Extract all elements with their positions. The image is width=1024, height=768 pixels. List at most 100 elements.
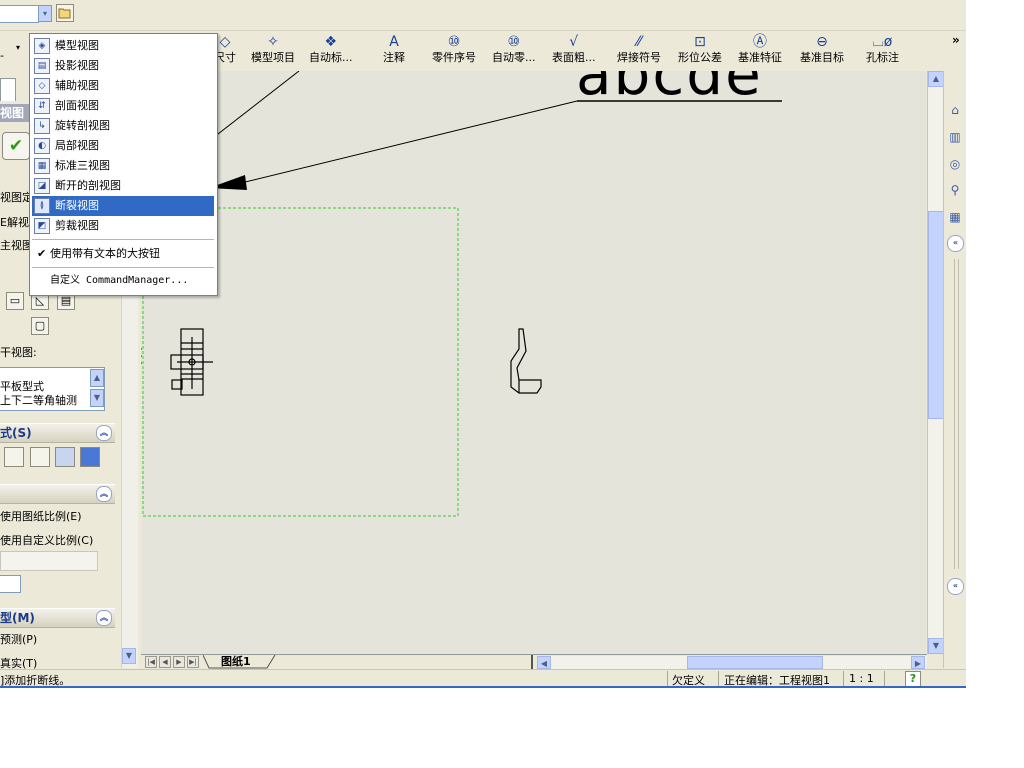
menu-item-model-view[interactable]: ◈ 模型视图: [32, 36, 214, 56]
window-border: [0, 686, 966, 688]
menu-item-crop-view[interactable]: ◩ 剪裁视图: [32, 216, 214, 236]
model-items-icon: ✧: [267, 34, 279, 50]
cmd-note-button[interactable]: A 注释: [383, 33, 405, 69]
expand-pane-icon[interactable]: «: [947, 235, 964, 252]
hidden-visible-icon[interactable]: [30, 447, 50, 467]
tab-scroll-divider[interactable]: [531, 655, 533, 669]
prev-sheet-icon[interactable]: ◀: [159, 656, 171, 668]
scroll-up-icon[interactable]: ▲: [90, 369, 104, 387]
menu-item-large-buttons[interactable]: ✔ 使用带有文本的大按钮: [32, 244, 214, 264]
cmd-label: 表面粗...: [552, 51, 596, 64]
menu-item-break-view[interactable]: ≬ 断裂视图: [32, 196, 214, 216]
hidden-removed-icon[interactable]: [55, 447, 75, 467]
wireframe-icon[interactable]: [4, 447, 24, 467]
status-divider: [667, 671, 668, 686]
cmd-datum-feature-button[interactable]: Ⓐ 基准特征: [738, 33, 782, 69]
display-style-header[interactable]: 式(S) ︽: [0, 423, 115, 443]
thread-option-draft[interactable]: 预测(P): [0, 631, 37, 647]
cmd-drop-arrow-icon[interactable]: ▾: [16, 43, 20, 52]
first-sheet-icon[interactable]: |◀: [145, 656, 157, 668]
cmd-datum-target-button[interactable]: ⊖ 基准目标: [800, 33, 844, 69]
menu-separator: [32, 267, 214, 268]
menu-item-section-view[interactable]: ⇵ 剖面视图: [32, 96, 214, 116]
resources-icon[interactable]: ▥: [946, 128, 964, 146]
scroll-thumb[interactable]: [928, 211, 944, 419]
cmd-label: 基准特征: [738, 51, 782, 64]
collapse-pane-icon[interactable]: «: [947, 578, 964, 595]
projected-view-icon: ▤: [34, 58, 50, 74]
view-normal-icon[interactable]: ▢: [31, 317, 49, 335]
cmd-geometric-tolerance-button[interactable]: ⊡ 形位公差: [678, 33, 722, 69]
splitter-marks-icon: [141, 347, 142, 365]
auto-dimension-icon: ❖: [324, 34, 338, 50]
cmd-balloon-button[interactable]: ⑩ 零件序号: [432, 33, 476, 69]
toolbar-more-icon[interactable]: »: [952, 33, 960, 47]
cmd-auto-balloon-button[interactable]: ⑩ 自动零...: [492, 33, 536, 69]
scale-dropdown[interactable]: [0, 551, 98, 571]
config-combo[interactable]: [0, 5, 39, 23]
scroll-down-icon[interactable]: ▼: [928, 638, 944, 654]
cmd-label: 基准目标: [800, 51, 844, 64]
horizontal-scrollbar[interactable]: ◀ ▶: [537, 656, 927, 669]
datum-feature-icon: Ⓐ: [753, 34, 767, 50]
scroll-left-icon[interactable]: ◀: [537, 656, 551, 669]
scroll-down-icon[interactable]: ▼: [122, 648, 136, 664]
top-toolbar: ▾: [0, 0, 966, 31]
balloon-icon: ⑩: [447, 34, 461, 50]
search-icon[interactable]: ⚲: [946, 181, 964, 199]
cmd-model-items-button[interactable]: ✧ 模型项目: [251, 33, 295, 69]
drawing-sheet[interactable]: abcde: [141, 71, 926, 654]
custom-scale-field[interactable]: [0, 575, 21, 593]
design-library-icon[interactable]: ◎: [946, 155, 964, 173]
cmd-hole-callout-button[interactable]: ⌴ø 孔标注: [866, 33, 899, 69]
thread-display-title: 型(M): [0, 611, 35, 625]
cmd-surface-finish-button[interactable]: √ 表面粗...: [552, 33, 596, 69]
view-front-icon[interactable]: ▭: [6, 292, 24, 310]
collapse-icon[interactable]: ︽: [96, 610, 112, 626]
pane-splitter[interactable]: [954, 259, 959, 569]
orientation-label: 干视图:: [0, 346, 37, 359]
scale-option-sheet[interactable]: 使用图纸比例(E): [0, 508, 82, 524]
list-item[interactable]: 上下二等角轴测: [0, 392, 77, 408]
orientation-list[interactable]: 平板型式 上下二等角轴测 ▲ ▼: [0, 367, 105, 411]
menu-item-label: 断开的剖视图: [55, 179, 121, 192]
menu-item-aligned-section[interactable]: ↳ 旋转剖视图: [32, 116, 214, 136]
menu-item-label: 自定义 CommandManager...: [50, 275, 189, 286]
combo-dropdown-icon[interactable]: ▾: [38, 5, 52, 22]
next-sheet-icon[interactable]: ▶: [173, 656, 185, 668]
view-palette-icon[interactable]: ▦: [946, 208, 964, 226]
auxiliary-view-icon: ◇: [34, 78, 50, 94]
shaded-edges-icon[interactable]: [80, 447, 100, 467]
scroll-thumb[interactable]: [687, 656, 823, 669]
scroll-up-icon[interactable]: ▲: [928, 71, 944, 87]
menu-item-broken-out-section[interactable]: ◪ 断开的剖视图: [32, 176, 214, 196]
canvas-vertical-scrollbar[interactable]: ▲ ▼: [927, 71, 944, 654]
geometric-tolerance-icon: ⊡: [694, 34, 706, 50]
detail-view-icon: ◐: [34, 138, 50, 154]
menu-item-customize[interactable]: 自定义 CommandManager...: [32, 271, 214, 291]
last-sheet-icon[interactable]: ▶|: [187, 656, 199, 668]
menu-item-detail-view[interactable]: ◐ 局部视图: [32, 136, 214, 156]
scroll-right-icon[interactable]: ▶: [911, 656, 925, 669]
scroll-down-icon[interactable]: ▼: [90, 389, 104, 407]
menu-item-auxiliary-view[interactable]: ◇ 辅助视图: [32, 76, 214, 96]
help-icon[interactable]: ?: [905, 671, 921, 687]
status-divider: [884, 671, 885, 686]
menu-item-standard-3-view[interactable]: ▦ 标准三视图: [32, 156, 214, 176]
feature-manager-tab[interactable]: [0, 78, 16, 101]
cmd-weld-symbol-button[interactable]: ⁄⁄ 焊接符号: [617, 33, 661, 69]
folder-open-icon[interactable]: [56, 4, 74, 22]
thread-display-header[interactable]: 型(M) ︽: [0, 608, 115, 628]
cmd-auto-dimension-button[interactable]: ❖ 自动标...: [309, 33, 353, 69]
scale-header[interactable]: ︽: [0, 484, 115, 504]
ok-button[interactable]: ✔: [2, 132, 30, 160]
home-icon[interactable]: ⌂: [946, 101, 964, 119]
menu-item-projected-view[interactable]: ▤ 投影视图: [32, 56, 214, 76]
surface-finish-icon: √: [569, 34, 579, 50]
scale-option-custom[interactable]: 使用自定义比例(C): [0, 532, 93, 548]
menu-item-label: 剪裁视图: [55, 219, 99, 232]
panel-line-2: E解视: [0, 216, 29, 229]
menu-item-label: 模型视图: [55, 39, 99, 52]
collapse-icon[interactable]: ︽: [96, 486, 112, 502]
collapse-icon[interactable]: ︽: [96, 425, 112, 441]
